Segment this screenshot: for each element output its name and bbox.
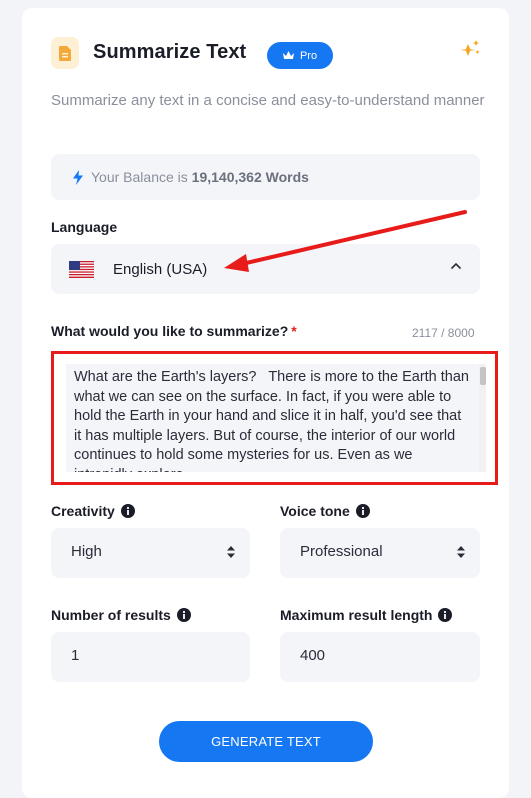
annotation-arrow [224,210,467,272]
